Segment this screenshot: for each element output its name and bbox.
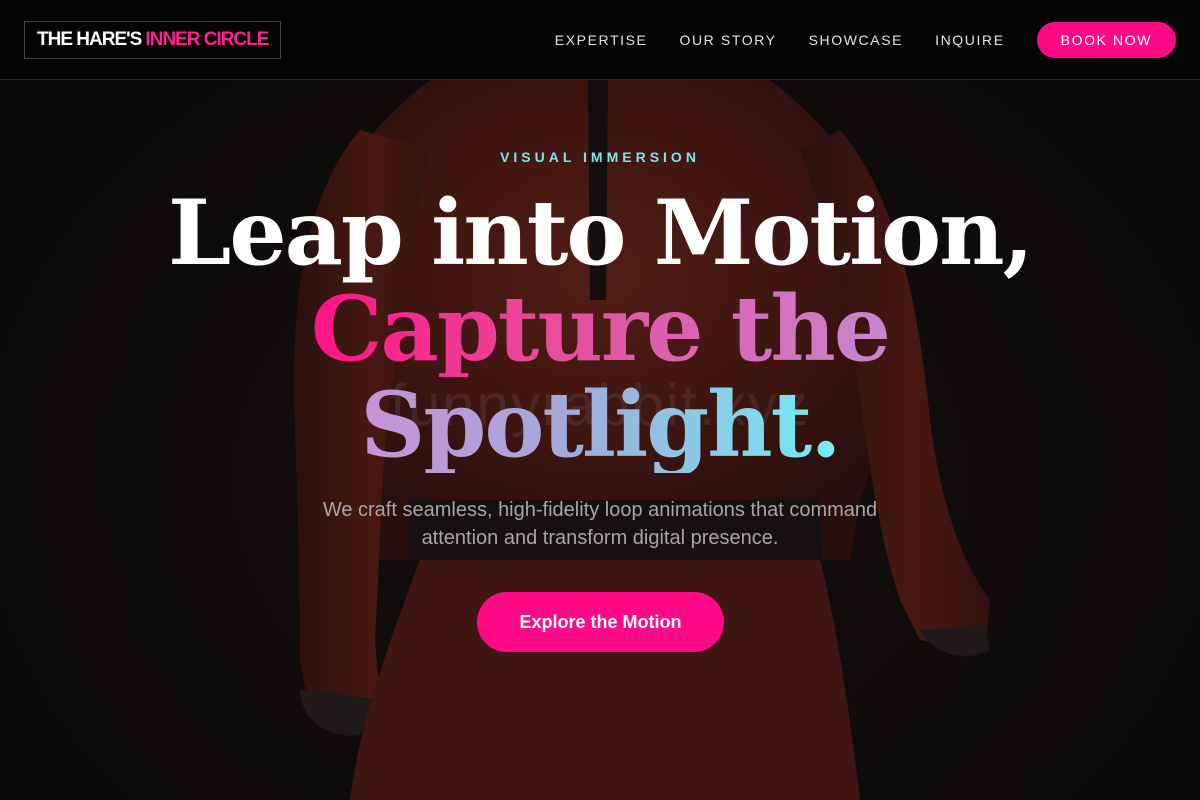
site-logo[interactable]: THE HARE'S INNER CIRCLE [24, 21, 282, 59]
nav-link-showcase[interactable]: SHOWCASE [809, 32, 903, 48]
headline-line-1: Leap into Motion, [168, 180, 1034, 286]
page: THE HARE'S INNER CIRCLE EXPERTISE OUR ST… [0, 0, 1200, 800]
headline-line-3: Spotlight. [360, 372, 841, 478]
headline-line-2: Capture the [310, 276, 891, 382]
hero-subtitle: We craft seamless, high-fidelity loop an… [322, 499, 878, 549]
nav-link-inquire[interactable]: INQUIRE [935, 32, 1005, 48]
nav-link-our-story[interactable]: OUR STORY [679, 32, 776, 48]
nav-link-expertise[interactable]: EXPERTISE [555, 32, 648, 48]
hero-eyebrow: VISUAL IMMERSION [500, 149, 700, 165]
logo-text-primary: THE HARE'S [37, 29, 142, 50]
nav-links: EXPERTISE OUR STORY SHOWCASE INQUIRE BOO… [555, 22, 1176, 58]
book-now-button[interactable]: BOOK NOW [1036, 22, 1176, 58]
logo-text-accent: INNER CIRCLE [145, 29, 269, 50]
top-navigation: THE HARE'S INNER CIRCLE EXPERTISE OUR ST… [0, 0, 1200, 80]
explore-motion-button[interactable]: Explore the Motion [477, 592, 724, 652]
hero-headline: Leap into Motion, Capture the Spotlight. [0, 185, 1200, 473]
